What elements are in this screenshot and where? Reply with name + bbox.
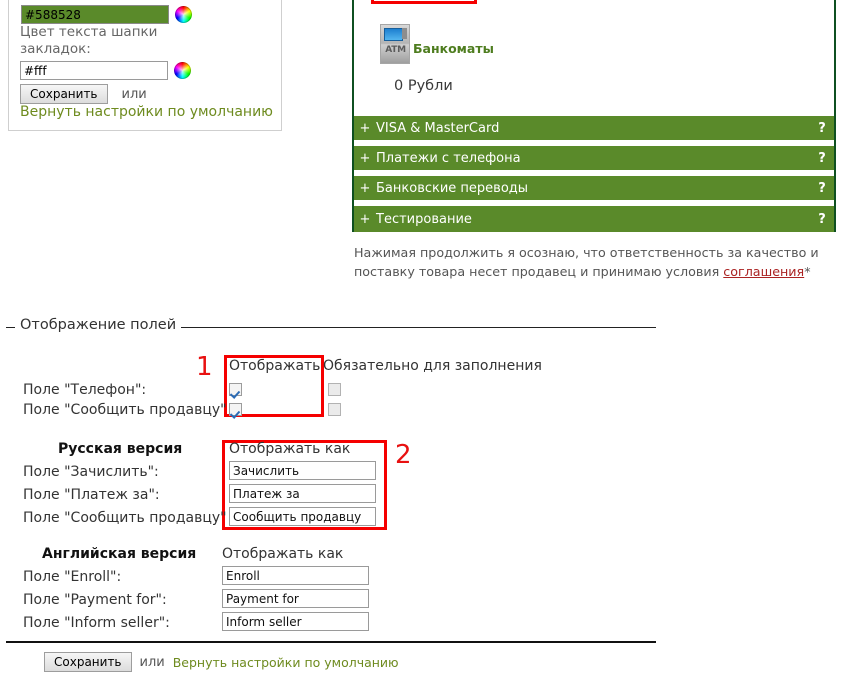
accordion-row-bank-transfers[interactable]: + Банковские переводы ? (354, 176, 834, 202)
row-label-inform-seller-ru: Поле "Сообщить продавцу" (23, 510, 227, 526)
english-version-title: Английская версия (42, 546, 197, 562)
checkbox-required-inform-seller[interactable] (328, 403, 341, 416)
tab-text-color-input[interactable] (20, 61, 168, 80)
column-header-display-as-ru: Отображать как (229, 441, 351, 457)
accordion-row-visa-mastercard[interactable]: + VISA & MasterCard ? (354, 116, 834, 142)
fieldset-legend: Отображение полей (15, 317, 182, 333)
input-enroll-en[interactable] (222, 566, 369, 585)
atm-badge-label: ATM (385, 45, 406, 55)
row-label-payment-for-en: Поле "Payment for": (23, 592, 167, 608)
accordion-row-testing[interactable]: + Тестирование ? (354, 206, 834, 232)
disclaimer-asterisk: * (804, 264, 811, 279)
accordion-label: VISA & MasterCard (376, 120, 500, 136)
row-label-phone: Поле "Телефон": (23, 382, 147, 398)
annotation-number-1: 1 (196, 352, 213, 382)
save-button-top[interactable]: Сохранить (20, 84, 108, 104)
header-color-input[interactable] (21, 5, 169, 24)
tab-text-color-field-row (20, 61, 191, 80)
header-color-field-row (21, 5, 192, 24)
amount-value: 0 Рубли (394, 78, 453, 94)
or-label-top: или (121, 86, 147, 102)
help-icon[interactable]: ? (810, 121, 834, 136)
russian-version-title: Русская версия (58, 441, 183, 457)
column-header-display-as-en: Отображать как (222, 546, 344, 562)
column-header-show: Отображать (229, 358, 321, 374)
input-inform-seller-en[interactable] (222, 612, 369, 631)
agreement-link[interactable]: соглашения (723, 264, 804, 279)
or-label-bottom: или (139, 654, 165, 670)
checkbox-show-inform-seller[interactable] (229, 403, 242, 416)
atm-method-block[interactable]: ATM Банкоматы (380, 24, 494, 64)
plus-icon: + (359, 180, 371, 196)
atm-label: Банкоматы (413, 41, 494, 56)
plus-icon: + (359, 150, 371, 166)
column-header-required: Обязательно для заполнения (323, 358, 542, 374)
help-icon[interactable]: ? (810, 212, 834, 227)
checkbox-required-phone[interactable] (328, 383, 341, 396)
help-icon[interactable]: ? (810, 181, 834, 196)
row-label-enroll-en: Поле "Enroll": (23, 569, 122, 585)
disclaimer-text: Нажимая продолжить я осознаю, что ответс… (354, 243, 826, 281)
row-label-enroll-ru: Поле "Зачислить": (23, 464, 159, 480)
annotation-box-top (371, 0, 477, 4)
fields-display-fieldset: Отображение полей (6, 317, 656, 333)
input-payment-for-ru[interactable] (229, 484, 376, 503)
save-button-bottom[interactable]: Сохранить (44, 652, 132, 672)
color-wheel-icon[interactable] (175, 6, 192, 23)
bottom-actions-row: Сохранить или Вернуть настройки по умолч… (44, 652, 399, 672)
input-enroll-ru[interactable] (229, 461, 376, 480)
accordion-label: Банковские переводы (376, 180, 529, 196)
input-inform-seller-ru[interactable] (229, 507, 376, 526)
reset-defaults-link-top[interactable]: Вернуть настройки по умолчанию (20, 104, 273, 120)
annotation-number-2: 2 (395, 440, 412, 470)
row-label-inform-seller: Поле "Сообщить продавцу" (23, 402, 227, 418)
help-icon[interactable]: ? (810, 151, 834, 166)
input-payment-for-en[interactable] (222, 589, 369, 608)
row-label-inform-seller-en: Поле "Inform seller": (23, 615, 170, 631)
atm-screen-shape (384, 28, 403, 41)
color-wheel-icon-2[interactable] (174, 62, 191, 79)
plus-icon: + (359, 211, 371, 227)
row-label-payment-for-ru: Поле "Платеж за": (23, 487, 160, 503)
reset-defaults-link-bottom[interactable]: Вернуть настройки по умолчанию (173, 655, 399, 670)
atm-sidebar-shape (402, 28, 407, 39)
accordion-row-phone-payments[interactable]: + Платежи с телефона ? (354, 146, 834, 172)
accordion-label: Платежи с телефона (376, 150, 521, 166)
checkbox-show-phone[interactable] (229, 383, 242, 396)
plus-icon: + (359, 120, 371, 136)
atm-icon: ATM (380, 24, 410, 64)
accordion-label: Тестирование (376, 211, 472, 227)
tab-text-color-label: Цвет текста шапки закладок: (20, 24, 158, 57)
bottom-divider (6, 641, 656, 643)
panel-actions-row: Сохранить или (20, 84, 147, 104)
